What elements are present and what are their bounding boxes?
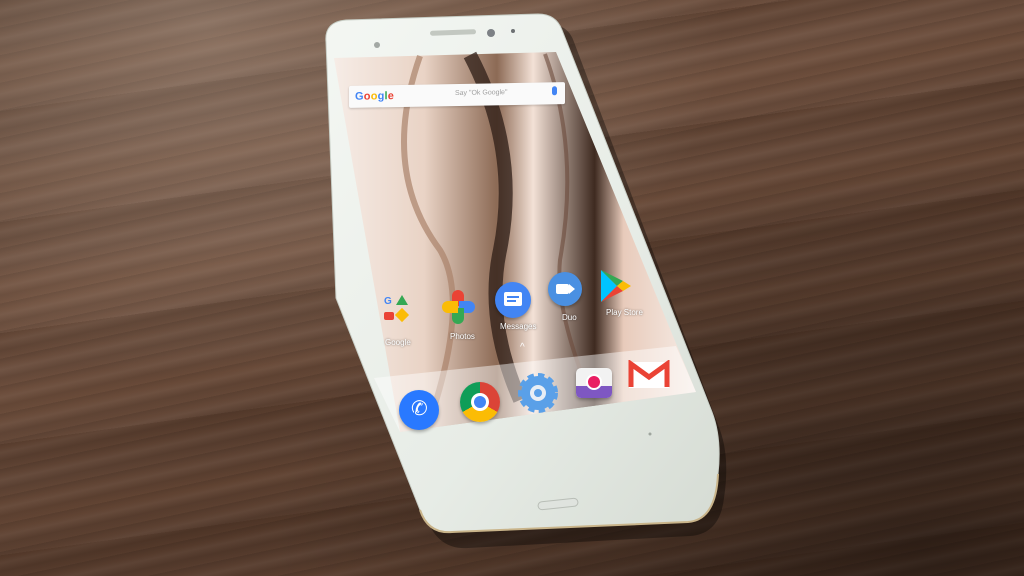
gmail-icon[interactable] <box>628 359 670 390</box>
app-label-duo: Duo <box>562 313 577 322</box>
search-hint: Say "Ok Google" <box>455 89 508 98</box>
google-folder-icon[interactable]: G <box>380 292 410 328</box>
play-store-icon[interactable] <box>597 268 633 304</box>
photos-icon[interactable] <box>442 290 476 324</box>
mic-icon[interactable] <box>552 86 557 96</box>
app-label-messages: Messages <box>500 322 537 331</box>
chrome-icon[interactable] <box>460 382 500 422</box>
settings-icon[interactable] <box>517 372 559 414</box>
app-label-photos: Photos <box>450 332 475 341</box>
app-drawer-chevron-icon[interactable]: ^ <box>520 342 525 353</box>
duo-icon[interactable] <box>548 272 582 306</box>
messages-icon[interactable] <box>495 282 531 318</box>
app-label-google: Google <box>385 338 411 347</box>
google-logo: Google <box>355 90 395 103</box>
camera-icon[interactable] <box>576 368 612 398</box>
google-search-bar[interactable]: Google Say "Ok Google" <box>349 82 565 108</box>
phone-icon[interactable]: ✆ <box>399 390 439 430</box>
app-label-play-store: Play Store <box>606 308 643 317</box>
